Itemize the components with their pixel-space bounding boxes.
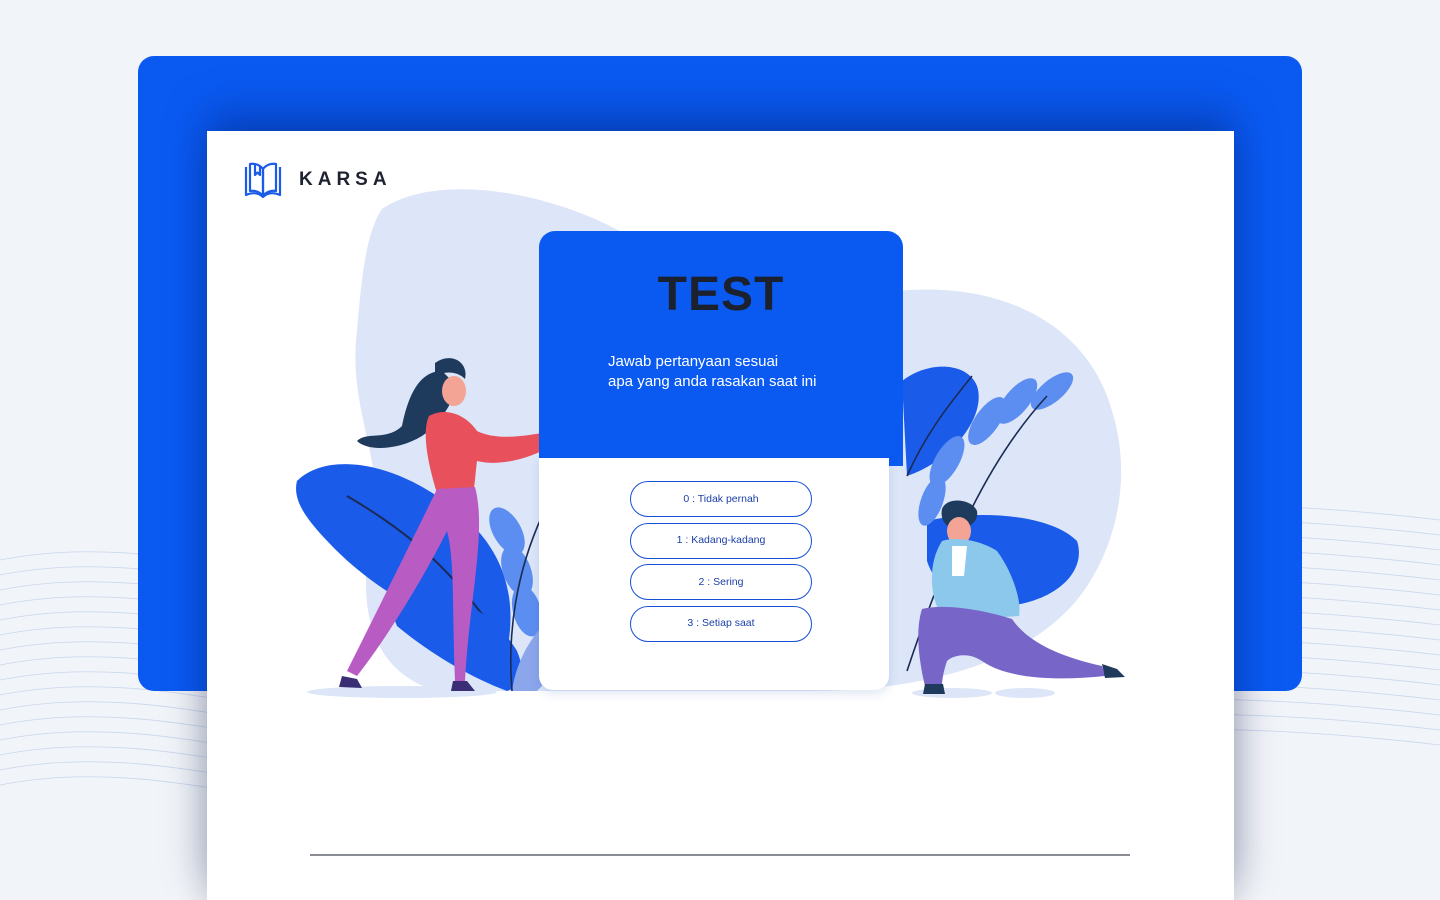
test-card-header: TEST Jawab pertanyaan sesuai apa yang an… xyxy=(539,231,903,466)
option-button-3[interactable]: 3 : Setiap saat xyxy=(630,605,812,642)
instruction-line: apa yang anda rasakan saat ini xyxy=(608,373,817,390)
answer-options: 0 : Tidak pernah 1 : Kadang-kadang 2 : S… xyxy=(630,481,812,647)
open-book-icon xyxy=(244,162,282,199)
footer-divider xyxy=(310,854,1130,856)
brand-logo[interactable]: KARSA xyxy=(243,159,392,201)
option-button-1[interactable]: 1 : Kadang-kadang xyxy=(630,522,812,559)
test-title: TEST xyxy=(657,268,785,321)
test-instructions: Jawab pertanyaan sesuai apa yang anda ra… xyxy=(608,352,868,392)
test-page: KARSA TEST Jawab pertanyaan sesuai apa y… xyxy=(207,131,1234,900)
instruction-line: Jawab pertanyaan sesuai xyxy=(608,353,779,370)
answer-options-card: 0 : Tidak pernah 1 : Kadang-kadang 2 : S… xyxy=(539,458,889,690)
option-button-0[interactable]: 0 : Tidak pernah xyxy=(630,481,812,517)
option-button-2[interactable]: 2 : Sering xyxy=(630,564,812,601)
brand-name: KARSA xyxy=(299,169,392,190)
